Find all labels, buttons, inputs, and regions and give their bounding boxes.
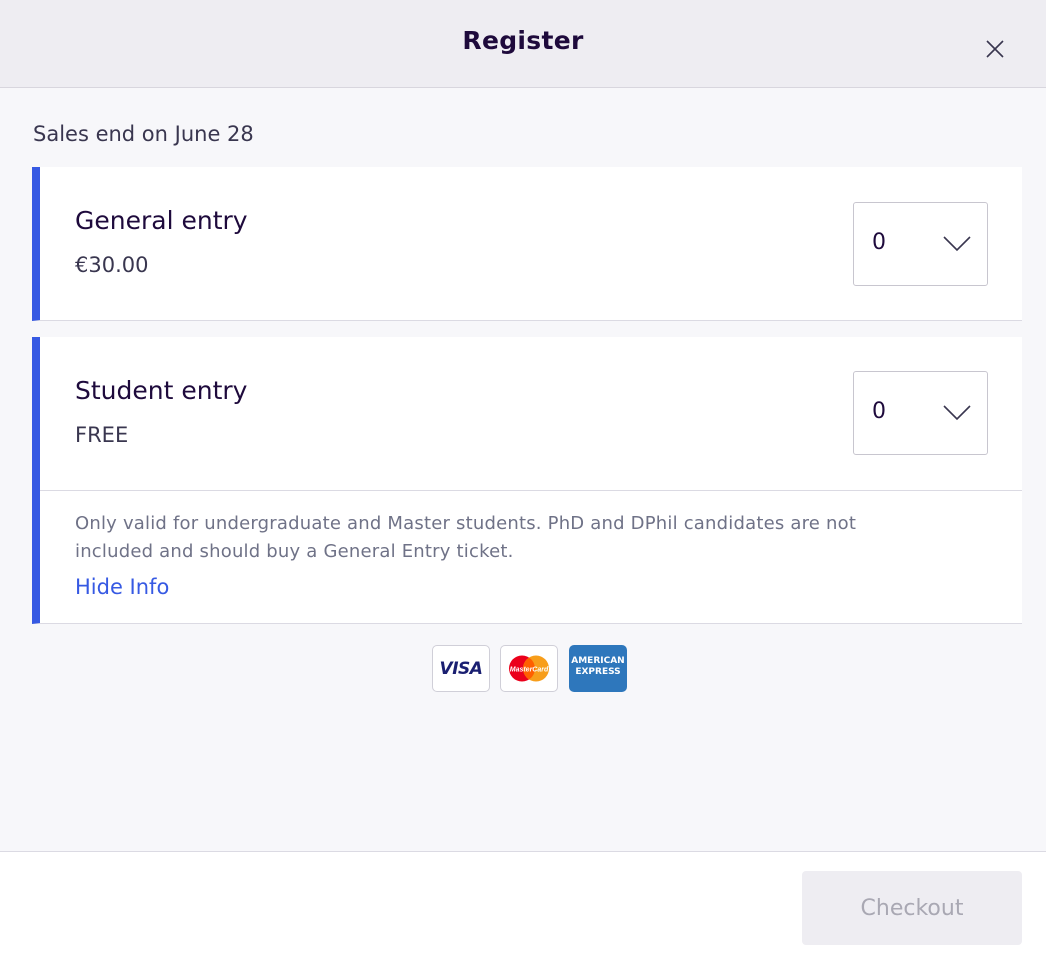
amex-line: AMERICAN — [571, 656, 625, 666]
ticket-info-line: included and should buy a General Entry … — [75, 541, 514, 562]
amex-logo-text: AMERICAN EXPRESS — [569, 656, 627, 678]
chevron-down-icon — [943, 236, 971, 252]
quantity-value: 0 — [872, 399, 886, 424]
visa-logo-text: VISA — [439, 659, 483, 679]
quantity-value: 0 — [872, 230, 886, 255]
ticket-price: FREE — [75, 423, 129, 447]
quantity-select-student[interactable]: 0 — [853, 371, 988, 455]
quantity-select-general[interactable]: 0 — [853, 202, 988, 286]
chevron-down-icon — [943, 405, 971, 421]
close-button[interactable] — [980, 34, 1010, 64]
register-modal: Register Sales end on June 28 General en… — [0, 0, 1046, 958]
ticket-card-general: General entry €30.00 0 — [32, 167, 1022, 321]
ticket-info-text: Only valid for undergraduate and Master … — [75, 510, 995, 566]
close-icon — [986, 40, 1004, 58]
mastercard-logo: MasterCard — [509, 655, 549, 682]
ticket-name: General entry — [75, 206, 248, 235]
modal-title: Register — [462, 26, 584, 55]
sales-end-text: Sales end on June 28 — [33, 122, 254, 146]
modal-header: Register — [0, 0, 1046, 88]
amex-card-icon: AMERICAN EXPRESS — [569, 645, 627, 692]
amex-line: EXPRESS — [575, 667, 621, 677]
ticket-price: €30.00 — [75, 253, 149, 277]
ticket-divider — [40, 490, 1022, 491]
modal-footer: Checkout — [0, 851, 1046, 958]
mastercard-icon: MasterCard — [500, 645, 558, 692]
hide-info-link[interactable]: Hide Info — [75, 575, 169, 599]
visa-card-icon: VISA — [432, 645, 490, 692]
mastercard-logo-text: MasterCard — [510, 667, 549, 674]
ticket-card-student: Student entry FREE 0 Only valid for unde… — [32, 337, 1022, 624]
checkout-button[interactable]: Checkout — [802, 871, 1022, 945]
ticket-name: Student entry — [75, 376, 248, 405]
ticket-info-line: Only valid for undergraduate and Master … — [75, 513, 857, 534]
